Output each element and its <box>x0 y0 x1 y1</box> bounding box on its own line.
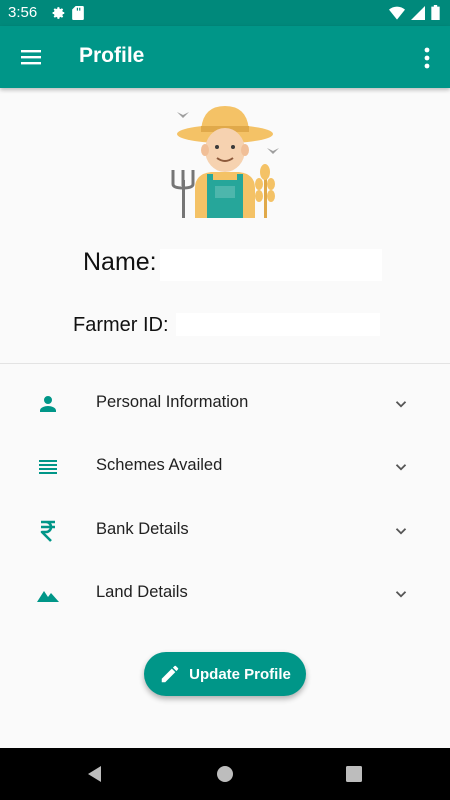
status-time: 3:56 <box>8 4 38 21</box>
signal-icon <box>411 5 425 20</box>
more-vert-icon[interactable] <box>420 46 434 70</box>
name-label: Name: <box>83 248 157 276</box>
section-label: Schemes Availed <box>96 456 223 474</box>
section-bank-details[interactable]: Bank Details <box>0 502 450 558</box>
section-label: Personal Information <box>96 393 249 411</box>
farmer-avatar-icon <box>171 106 279 218</box>
wifi-icon <box>389 6 405 20</box>
section-label: Land Details <box>96 583 188 601</box>
back-icon[interactable] <box>83 762 107 786</box>
app-bar: Profile <box>0 26 450 88</box>
rupee-icon <box>40 520 55 542</box>
battery-icon <box>431 5 440 20</box>
edit-icon <box>161 665 179 683</box>
navigation-bar <box>0 748 450 800</box>
menu-icon[interactable] <box>18 45 44 69</box>
divider <box>0 363 450 364</box>
section-schemes-availed[interactable]: Schemes Availed <box>0 438 450 494</box>
person-icon <box>40 396 56 412</box>
chevron-down-icon <box>395 464 407 471</box>
farmer-id-label: Farmer ID: <box>73 314 169 336</box>
list-icon <box>39 460 57 474</box>
section-label: Bank Details <box>96 520 189 538</box>
chevron-down-icon <box>395 591 407 598</box>
sd-card-icon <box>72 6 84 20</box>
chevron-down-icon <box>395 528 407 535</box>
settings-icon <box>52 7 65 19</box>
update-profile-button[interactable]: Update Profile <box>144 652 306 696</box>
section-land-details[interactable]: Land Details <box>0 565 450 621</box>
recents-icon[interactable] <box>342 762 366 786</box>
section-personal-information[interactable]: Personal Information <box>0 375 450 431</box>
terrain-icon <box>37 591 59 602</box>
chevron-down-icon <box>395 401 407 408</box>
name-field[interactable] <box>160 249 382 281</box>
farmer-id-field[interactable] <box>176 313 380 336</box>
status-bar: 3:56 <box>0 0 450 26</box>
home-icon[interactable] <box>213 762 237 786</box>
page-title: Profile <box>79 44 145 67</box>
update-profile-label: Update Profile <box>189 665 291 683</box>
